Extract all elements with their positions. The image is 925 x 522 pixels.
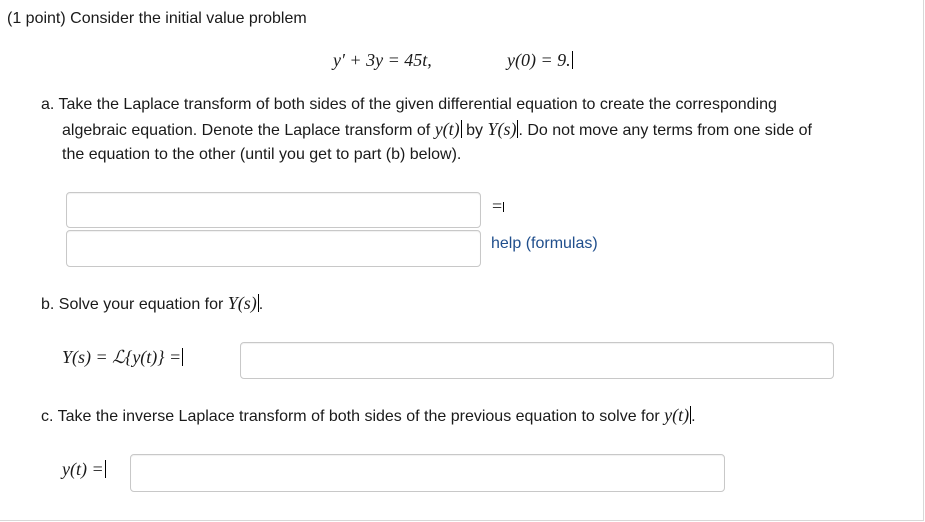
equals-sign: =: [492, 196, 505, 216]
part-c-prompt: c. Take the inverse Laplace transform of…: [41, 405, 696, 425]
part-a-line-2-pre: algebraic equation. Denote the Laplace t…: [62, 122, 435, 139]
cursor-mark: [104, 460, 106, 478]
part-a-line-1: a. Take the Laplace transform of both si…: [41, 96, 777, 113]
laplace-rhs-input[interactable]: [66, 230, 481, 267]
ode-lhs: y′ + 3y = 45t,: [333, 50, 432, 70]
part-a-line-2: algebraic equation. Denote the Laplace t…: [62, 117, 812, 143]
y-of-t-symbol: y(t): [664, 405, 690, 425]
part-c-label: y(t) =: [62, 459, 106, 479]
cursor-mark: [571, 51, 573, 69]
Y-of-s-symbol: Y(s): [487, 119, 517, 139]
help-formulas-link[interactable]: help (formulas): [491, 235, 598, 253]
ic-text: y(0) = 9.: [507, 50, 571, 70]
y-of-t-symbol: y(t): [434, 119, 460, 139]
Y-of-s-symbol: Y(s): [227, 293, 257, 313]
part-b-prompt: b. Solve your equation for Y(s).: [41, 293, 264, 313]
cursor-mark: [182, 348, 184, 366]
problem-intro: (1 point) Consider the initial value pro…: [7, 10, 307, 27]
part-a-line-3: the equation to the other (until you get…: [62, 146, 462, 163]
y-of-t-input[interactable]: [130, 454, 725, 492]
initial-condition: y(0) = 9.: [507, 50, 573, 71]
ode-equation: y′ + 3y = 45t,: [333, 50, 432, 71]
cursor-mark: [503, 202, 505, 212]
part-a-by: by: [461, 122, 488, 139]
part-a-line-2-post: . Do not move any terms from one side of: [518, 122, 812, 139]
part-b-label: Y(s) = ℒ{y(t)} =: [62, 347, 184, 367]
laplace-lhs-input[interactable]: [66, 192, 481, 228]
Y-of-s-input[interactable]: [240, 342, 834, 379]
